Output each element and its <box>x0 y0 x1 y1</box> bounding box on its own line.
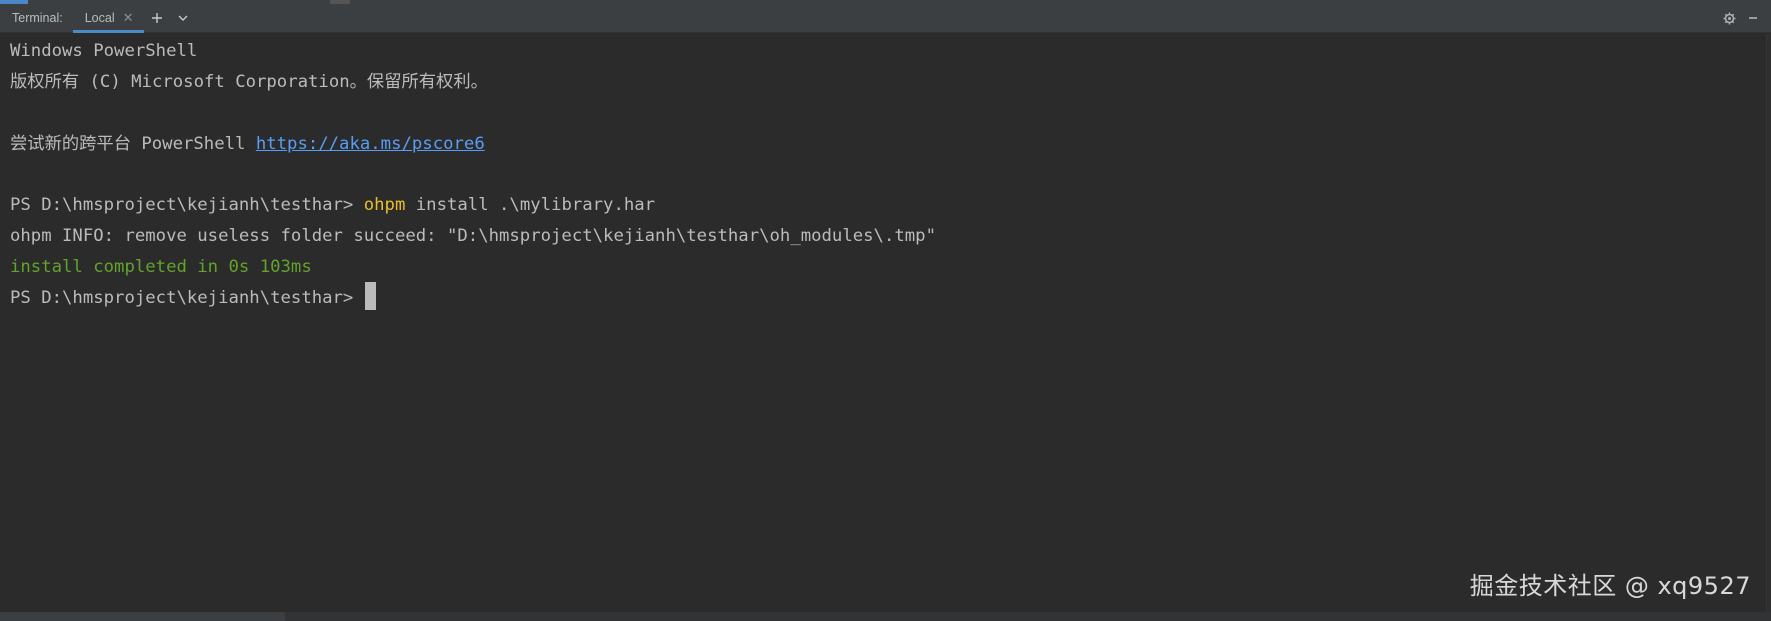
horizontal-scrollbar[interactable] <box>285 612 1771 621</box>
success-line: install completed in 0s 103ms <box>10 257 312 278</box>
pscore-link[interactable]: https://aka.ms/pscore6 <box>256 134 485 154</box>
plus-icon[interactable] <box>144 4 170 33</box>
output-line: ohpm INFO: remove useless folder succeed… <box>10 226 936 247</box>
bottom-strip <box>0 612 1771 621</box>
output-line: 版权所有 (C) Microsoft Corporation。保留所有权利。 <box>10 71 488 92</box>
command-line: PS D:\hmsproject\kejianh\testhar> ohpm i… <box>10 190 1771 221</box>
terminal-title: Terminal: <box>12 11 63 25</box>
terminal-toolbar: Terminal: Local ✕ <box>0 4 1771 33</box>
tab-label: Local <box>84 11 115 25</box>
chevron-down-icon[interactable] <box>170 4 196 33</box>
text-cursor <box>365 282 377 311</box>
prompt: PS D:\hmsproject\kejianh\testhar> <box>10 195 364 216</box>
prompt: PS D:\hmsproject\kejianh\testhar> <box>10 288 354 309</box>
prompt-line: PS D:\hmsproject\kejianh\testhar> <box>10 282 1771 314</box>
vertical-scrollbar[interactable] <box>1766 34 1771 612</box>
watermark: 掘金技术社区 @ xq9527 <box>1469 572 1751 600</box>
tab-local[interactable]: Local ✕ <box>72 4 144 33</box>
output-line: Windows PowerShell <box>10 41 198 61</box>
output-text: 尝试新的跨平台 PowerShell <box>10 133 256 154</box>
terminal-window: Terminal: Local ✕ Windows PowerShell 版权所… <box>0 0 1771 621</box>
minimize-icon[interactable] <box>1741 4 1765 33</box>
command-name: ohpm <box>363 195 406 216</box>
terminal-output[interactable]: Windows PowerShell 版权所有 (C) Microsoft Co… <box>0 34 1771 612</box>
gear-icon[interactable] <box>1717 4 1741 33</box>
close-icon[interactable]: ✕ <box>123 10 134 26</box>
output-line: 尝试新的跨平台 PowerShell https://aka.ms/pscore… <box>10 129 1771 160</box>
command-args: install .\mylibrary.har <box>405 195 656 216</box>
